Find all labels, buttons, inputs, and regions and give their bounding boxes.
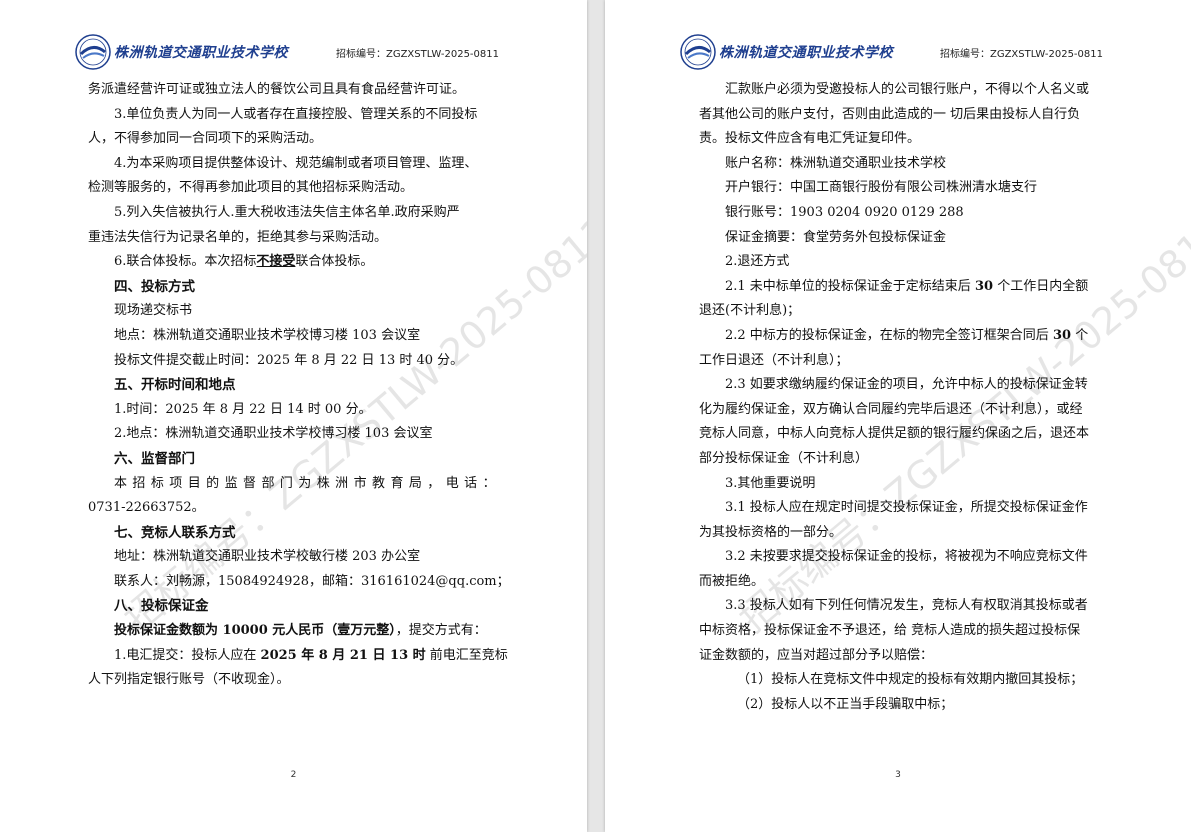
page-header: 株洲轨道交通职业技术学校 招标编号：ZGZXSTLW-2025-0811 bbox=[605, 32, 1191, 72]
text-segment: 个 bbox=[1075, 327, 1089, 343]
text-segment: 2.2 中标方的投标保证金，在标的物完全签订框架合同后 bbox=[725, 327, 1049, 343]
text-line: 6.联合体投标。本次招标不接受联合体投标。 bbox=[88, 250, 498, 275]
text-line: 3.3 投标人如有下列任何情况发生，竞标人有权取消其投标或者 bbox=[725, 598, 1088, 614]
page-body: 汇款账户必须为受邀投标人的公司银行账户，不得以个人名义或 者其他公司的账户支付，… bbox=[699, 78, 1109, 717]
text-line: 责。投标文件应含有电汇凭证复印件。 bbox=[699, 131, 921, 147]
text-line: 现场递交标书 bbox=[114, 303, 193, 319]
text-line: 联系人：刘畅源，15084924928，邮箱：316161024@qq.com； bbox=[114, 573, 510, 589]
text-line: 部分投标保证金（不计利息） bbox=[699, 450, 869, 466]
page-body: 务派遣经营许可证或独立法人的餐饮公司且具有食品经营许可证。 3.单位负责人为同一… bbox=[88, 78, 510, 693]
text-line: 退还(不计利息)； bbox=[699, 303, 801, 319]
document-page-3: 株洲轨道交通职业技术学校 招标编号：ZGZXSTLW-2025-0811 汇款账… bbox=[605, 0, 1191, 832]
text-line: 检测等服务的，不得再参加此项目的其他招标采购活动。 bbox=[88, 180, 414, 196]
text-line: 2.2 中标方的投标保证金，在标的物完全签订框架合同后 30 个 bbox=[699, 324, 1109, 349]
text-line: 2.地点：株洲轨道交通职业技术学校博习楼 103 会议室 bbox=[114, 426, 433, 442]
text-segment: 个工作日内全额 bbox=[997, 278, 1089, 294]
text-line: 5.列入失信被执行人.重大税收违法失信主体名单.政府采购严 bbox=[114, 204, 460, 220]
page-number: 3 bbox=[895, 770, 901, 780]
text-segment: 6.联合体投标。本次招标 bbox=[114, 254, 257, 270]
text-line: 汇款账户必须为受邀投标人的公司银行账户，不得以个人名义或 bbox=[725, 82, 1090, 97]
deposit-amount: 投标保证金数额为 10000 元人民币（壹万元整） bbox=[114, 623, 396, 639]
bid-number: 招标编号：ZGZXSTLW-2025-0811 bbox=[939, 49, 1103, 60]
text-line: 中标资格，投标保证金不予退还，给 竞标人造成的损失超过投标保 bbox=[699, 623, 1081, 639]
text-line: 为其投标资格的一部分。 bbox=[699, 524, 843, 540]
text-line: 务派遣经营许可证或独立法人的餐饮公司且具有食品经营许可证。 bbox=[88, 82, 466, 97]
text-line: 保证金摘要：食堂劳务外包投标保证金 bbox=[725, 229, 947, 245]
text-line: 投标文件提交截止时间：2025 年 8 月 22 日 13 时 40 分。 bbox=[114, 352, 464, 368]
text-line: 0731-22663752。 bbox=[88, 500, 205, 516]
school-logo-icon bbox=[680, 34, 716, 70]
text-line: 竞标人同意，中标人向竞标人提供足额的银行履约保函之后，退还本 bbox=[699, 426, 1090, 442]
text-line: 人，不得参加同一合同项下的采购活动。 bbox=[88, 131, 323, 147]
text-line: 2.1 未中标单位的投标保证金于定标结束后 30 个工作日内全额 bbox=[699, 275, 1109, 300]
text-line: 地址：株洲轨道交通职业技术学校敏行楼 203 办公室 bbox=[114, 549, 421, 565]
text-line: 3.1 投标人应在规定时间提交投标保证金，所提交投标保证金作 bbox=[725, 500, 1088, 516]
text-line: 本招标项目的监督部门为株洲市教育局，电话： bbox=[114, 475, 498, 491]
section-heading: 五、开标时间和地点 bbox=[114, 377, 236, 394]
text-line: 工作日退还（不计利息）； bbox=[699, 352, 849, 368]
school-name: 株洲轨道交通职业技术学校 bbox=[719, 45, 893, 61]
text-line: 3.其他重要说明 bbox=[725, 475, 816, 491]
section-heading: 八、投标保证金 bbox=[114, 598, 209, 615]
days-count: 30 bbox=[1052, 327, 1072, 343]
text-line: 3.2 未按要求提交投标保证金的投标，将被视为不响应竞标文件 bbox=[725, 549, 1088, 565]
emphasis-not-accepted: 不接受 bbox=[256, 254, 296, 270]
text-line: 重违法失信行为记录名单的，拒绝其参与采购活动。 bbox=[88, 229, 388, 245]
text-line: 地点：株洲轨道交通职业技术学校博习楼 103 会议室 bbox=[114, 327, 421, 343]
days-count: 30 bbox=[974, 278, 994, 294]
school-logo-icon bbox=[75, 34, 111, 70]
text-line: 证金数额的，应当对超过部分予以赔偿： bbox=[699, 647, 934, 663]
text-line: 银行账号：1903 0204 0920 0129 288 bbox=[725, 204, 964, 220]
text-line: 人下列指定银行账号（不收现金）。 bbox=[88, 672, 290, 688]
text-line: （2）投标人以不正当手段骗取中标； bbox=[737, 696, 954, 712]
document-page-2: 株洲轨道交通职业技术学校 招标编号：ZGZXSTLW-2025-0811 务派遣… bbox=[0, 0, 587, 832]
text-line: 4.为本采购项目提供整体设计、规范编制或者项目管理、监理、 bbox=[114, 155, 478, 171]
page-header: 株洲轨道交通职业技术学校 招标编号：ZGZXSTLW-2025-0811 bbox=[0, 32, 587, 72]
text-segment: 联合体投标。 bbox=[295, 254, 374, 270]
text-line: 2.退还方式 bbox=[725, 254, 790, 270]
text-line: （1）投标人在竞标文件中规定的投标有效期内撤回其投标； bbox=[737, 672, 1084, 688]
text-line: 化为履约保证金，双方确认合同履约完毕后退还（不计利息），或经 bbox=[699, 401, 1083, 417]
text-line: 账户名称：株洲轨道交通职业技术学校 bbox=[725, 155, 947, 171]
text-line: 1.电汇提交：投标人应在 2025 年 8 月 21 日 13 时 前电汇至竞标 bbox=[88, 644, 508, 669]
text-segment: 2.1 未中标单位的投标保证金于定标结束后 bbox=[725, 278, 971, 294]
text-line: 而被拒绝。 bbox=[699, 573, 765, 589]
text-line: 2.3 如要求缴纳履约保证金的项目，允许中标人的投标保证金转 bbox=[725, 377, 1088, 393]
deadline-date: 2025 年 8 月 21 日 13 时 bbox=[260, 647, 426, 663]
text-segment: 1.电汇提交：投标人应在 bbox=[114, 647, 257, 663]
bid-number: 招标编号：ZGZXSTLW-2025-0811 bbox=[335, 49, 499, 60]
text-segment: 前电汇至竞标 bbox=[429, 647, 508, 663]
section-heading: 七、竞标人联系方式 bbox=[114, 524, 236, 541]
text-line: 者其他公司的账户支付，否则由此造成的一 切后果由投标人自行负 bbox=[699, 106, 1081, 122]
text-line: 1.时间：2025 年 8 月 22 日 14 时 00 分。 bbox=[114, 401, 372, 417]
text-line: 3.单位负责人为同一人或者存在直接控股、管理关系的不同投标 bbox=[114, 106, 478, 122]
text-line: 投标保证金数额为 10000 元人民币（壹万元整），提交方式有： bbox=[88, 619, 498, 644]
text-segment: ，提交方式有： bbox=[395, 623, 487, 639]
section-heading: 六、监督部门 bbox=[114, 450, 195, 467]
school-name: 株洲轨道交通职业技术学校 bbox=[114, 45, 288, 61]
page-number: 2 bbox=[290, 770, 297, 780]
section-heading: 四、投标方式 bbox=[114, 278, 195, 295]
text-line: 开户银行：中国工商银行股份有限公司株洲清水塘支行 bbox=[725, 180, 1038, 196]
